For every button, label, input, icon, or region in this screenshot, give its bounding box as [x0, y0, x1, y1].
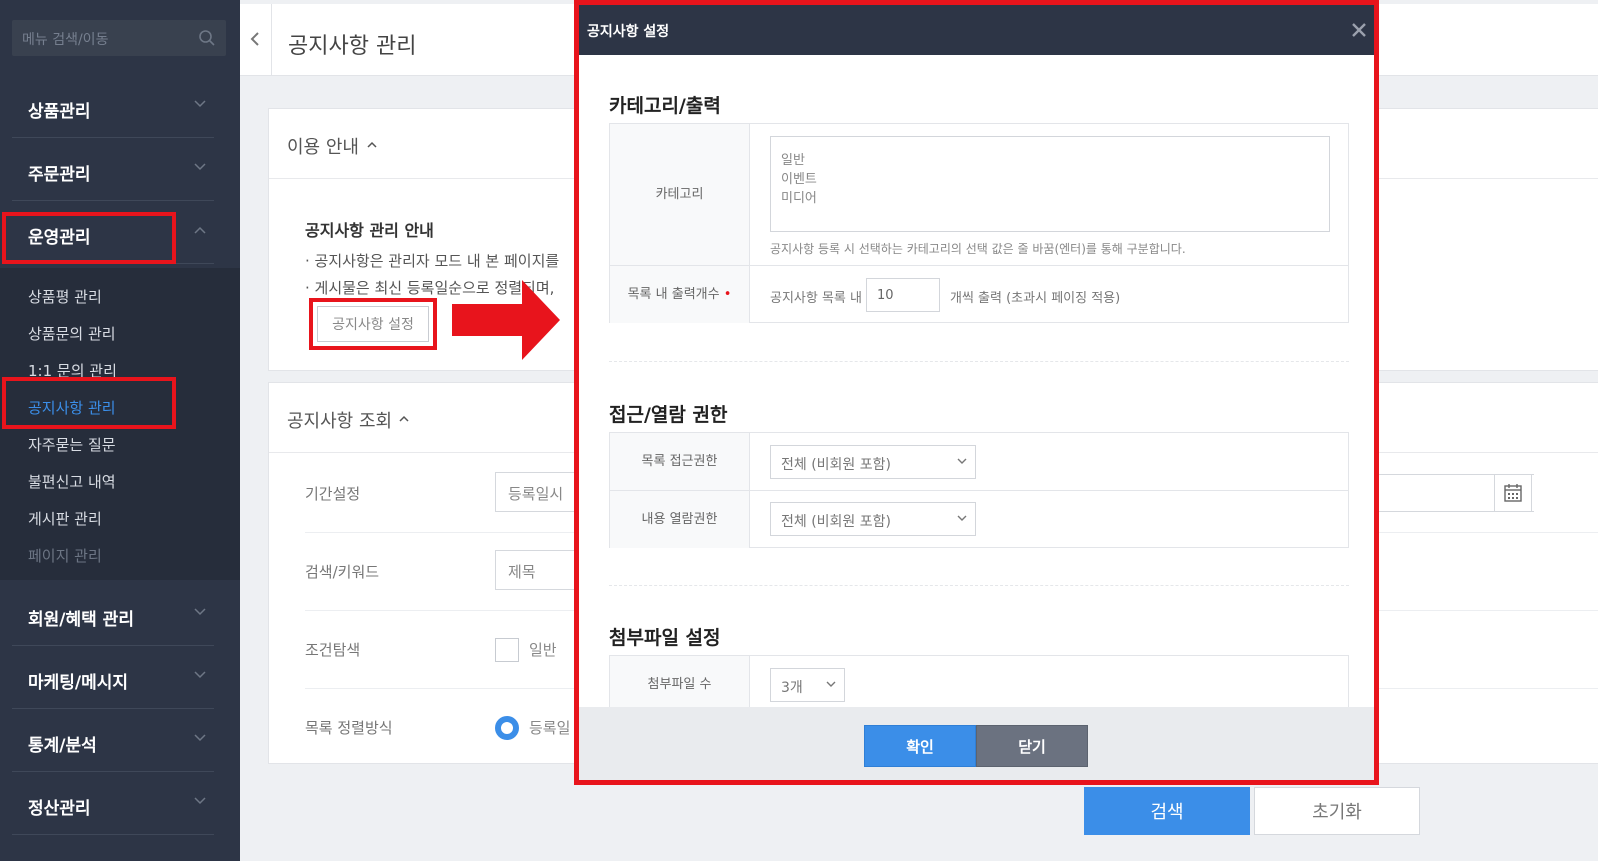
highlight-menu-operation — [2, 212, 176, 264]
attach-count-select[interactable]: 3개 — [770, 668, 845, 702]
menu-product[interactable]: 상품관리 — [12, 76, 214, 138]
chevron-up-icon — [367, 141, 377, 148]
select-value: 제목 — [508, 563, 536, 581]
confirm-button[interactable]: 확인 — [864, 725, 976, 767]
category-textarea[interactable]: 일반 이벤트 미디어 — [770, 136, 1330, 232]
list-count-suffix: 개씩 출력 (초과시 페이징 적용) — [950, 291, 1121, 306]
form-label: 목록 정렬방식 — [305, 719, 393, 737]
menu-label: 통계/분석 — [28, 736, 97, 756]
checkbox-label: 일반 — [529, 641, 557, 659]
right-arrow-icon — [452, 280, 560, 360]
chevron-down-icon — [194, 100, 206, 108]
menu-label: 회원/혜택 관리 — [28, 610, 134, 630]
section-divider — [609, 585, 1349, 586]
sidebar: 메뉴 검색/이동 상품관리 주문관리 운영관리 상품평 관리 상품문의 관리 1… — [0, 0, 240, 861]
category-line: 미디어 — [781, 191, 817, 206]
select-value: 3개 — [781, 680, 803, 696]
highlight-settings-button — [309, 298, 437, 350]
section-title-attach: 첨부파일 설정 — [609, 627, 721, 649]
submenu-review[interactable]: 상품평 관리 — [28, 286, 102, 307]
close-button[interactable]: 닫기 — [976, 725, 1088, 767]
section-title-access: 접근/열람 권한 — [609, 404, 728, 426]
condition-checkbox[interactable] — [495, 638, 519, 662]
chevron-down-icon — [194, 797, 206, 805]
chevron-down-icon — [194, 608, 206, 616]
search-button[interactable]: 검색 — [1084, 787, 1250, 835]
search-icon[interactable] — [198, 29, 216, 47]
menu-search-input[interactable]: 메뉴 검색/이동 — [12, 20, 226, 56]
submenu-page[interactable]: 페이지 관리 — [28, 545, 102, 566]
search-panel-title: 공지사항 조회 — [287, 411, 393, 432]
chevron-down-icon — [957, 458, 967, 464]
section-title-category: 카테고리/출력 — [609, 95, 721, 117]
list-count-prefix: 공지사항 목록 내 — [770, 291, 862, 306]
required-mark: • — [723, 287, 732, 302]
read-access-select[interactable]: 전체 (비회원 포함) — [770, 502, 976, 536]
form-label: 검색/키워드 — [305, 563, 380, 581]
select-value: 등록일시 — [508, 485, 564, 503]
chevron-up-icon — [194, 226, 206, 234]
attach-table: 첨부파일 수 3개 — [609, 655, 1349, 708]
guide-line: · 공지사항은 관리자 모드 내 본 페이지를 — [305, 252, 560, 270]
attach-count-label: 첨부파일 수 — [610, 656, 750, 708]
menu-member[interactable]: 회원/혜택 관리 — [12, 584, 214, 646]
modal-header: 공지사항 설정 — [579, 5, 1374, 55]
list-count-label-cell: 목록 내 출력개수 • — [610, 266, 750, 323]
form-label: 조건탐색 — [305, 641, 361, 659]
menu-settlement[interactable]: 정산관리 — [12, 773, 214, 835]
access-table: 목록 접근권한 전체 (비회원 포함) 내용 열람권한 전체 (비회원 포함) — [609, 432, 1349, 548]
category-table: 카테고리 일반 이벤트 미디어 공지사항 등록 시 선택하는 카테고리의 선택 … — [609, 123, 1349, 323]
close-icon[interactable] — [1348, 19, 1370, 41]
chevron-down-icon — [194, 163, 206, 171]
list-access-label: 목록 접근권한 — [610, 433, 750, 490]
menu-order[interactable]: 주문관리 — [12, 139, 214, 201]
list-count-value: 10 — [877, 288, 894, 303]
select-value: 전체 (비회원 포함) — [781, 457, 891, 473]
menu-label: 상품관리 — [28, 102, 91, 122]
category-line: 일반 — [781, 153, 805, 168]
submenu-complaint[interactable]: 불편신고 내역 — [28, 471, 116, 492]
category-label: 카테고리 — [610, 124, 750, 265]
category-hint: 공지사항 등록 시 선택하는 카테고리의 선택 값은 줄 바꿈(엔터)를 통해 … — [770, 242, 1186, 256]
sort-radio[interactable] — [495, 716, 519, 740]
guide-panel-title: 이용 안내 — [287, 137, 359, 158]
back-button[interactable] — [240, 4, 272, 76]
submenu-board[interactable]: 게시판 관리 — [28, 508, 102, 529]
chevron-up-icon — [399, 415, 409, 422]
list-count-label: 목록 내 출력개수 — [627, 287, 720, 302]
form-label: 기간설정 — [305, 485, 361, 503]
submenu-product-inquiry[interactable]: 상품문의 관리 — [28, 323, 116, 344]
read-access-label: 내용 열람권한 — [610, 491, 750, 548]
modal-title: 공지사항 설정 — [587, 24, 670, 40]
list-access-select[interactable]: 전체 (비회원 포함) — [770, 445, 976, 479]
reset-button[interactable]: 초기화 — [1254, 787, 1420, 835]
menu-statistics[interactable]: 통계/분석 — [12, 710, 214, 772]
chevron-left-icon — [250, 32, 259, 46]
menu-marketing[interactable]: 마케팅/메시지 — [12, 647, 214, 709]
chevron-down-icon — [957, 515, 967, 521]
highlight-submenu-notice — [2, 377, 176, 429]
page-title: 공지사항 관리 — [288, 34, 417, 59]
chevron-down-icon — [194, 671, 206, 679]
chevron-down-icon — [826, 681, 836, 687]
submenu-faq[interactable]: 자주묻는 질문 — [28, 434, 116, 455]
select-value: 전체 (비회원 포함) — [781, 514, 891, 530]
guide-title: 공지사항 관리 안내 — [305, 221, 434, 240]
calendar-icon — [1504, 484, 1522, 502]
category-line: 이벤트 — [781, 172, 817, 187]
menu-label: 주문관리 — [28, 165, 91, 185]
notice-settings-modal: 공지사항 설정 카테고리/출력 카테고리 일반 이벤트 미디어 공지사항 등록 … — [574, 0, 1379, 785]
calendar-button[interactable] — [1494, 474, 1532, 512]
menu-search-placeholder: 메뉴 검색/이동 — [22, 32, 109, 48]
menu-label: 마케팅/메시지 — [28, 673, 129, 693]
modal-footer: 확인 닫기 — [579, 707, 1374, 780]
list-count-input[interactable]: 10 — [866, 278, 940, 312]
menu-label: 정산관리 — [28, 799, 91, 819]
radio-label: 등록일 — [529, 719, 571, 737]
section-divider — [609, 361, 1349, 362]
chevron-down-icon — [194, 734, 206, 742]
